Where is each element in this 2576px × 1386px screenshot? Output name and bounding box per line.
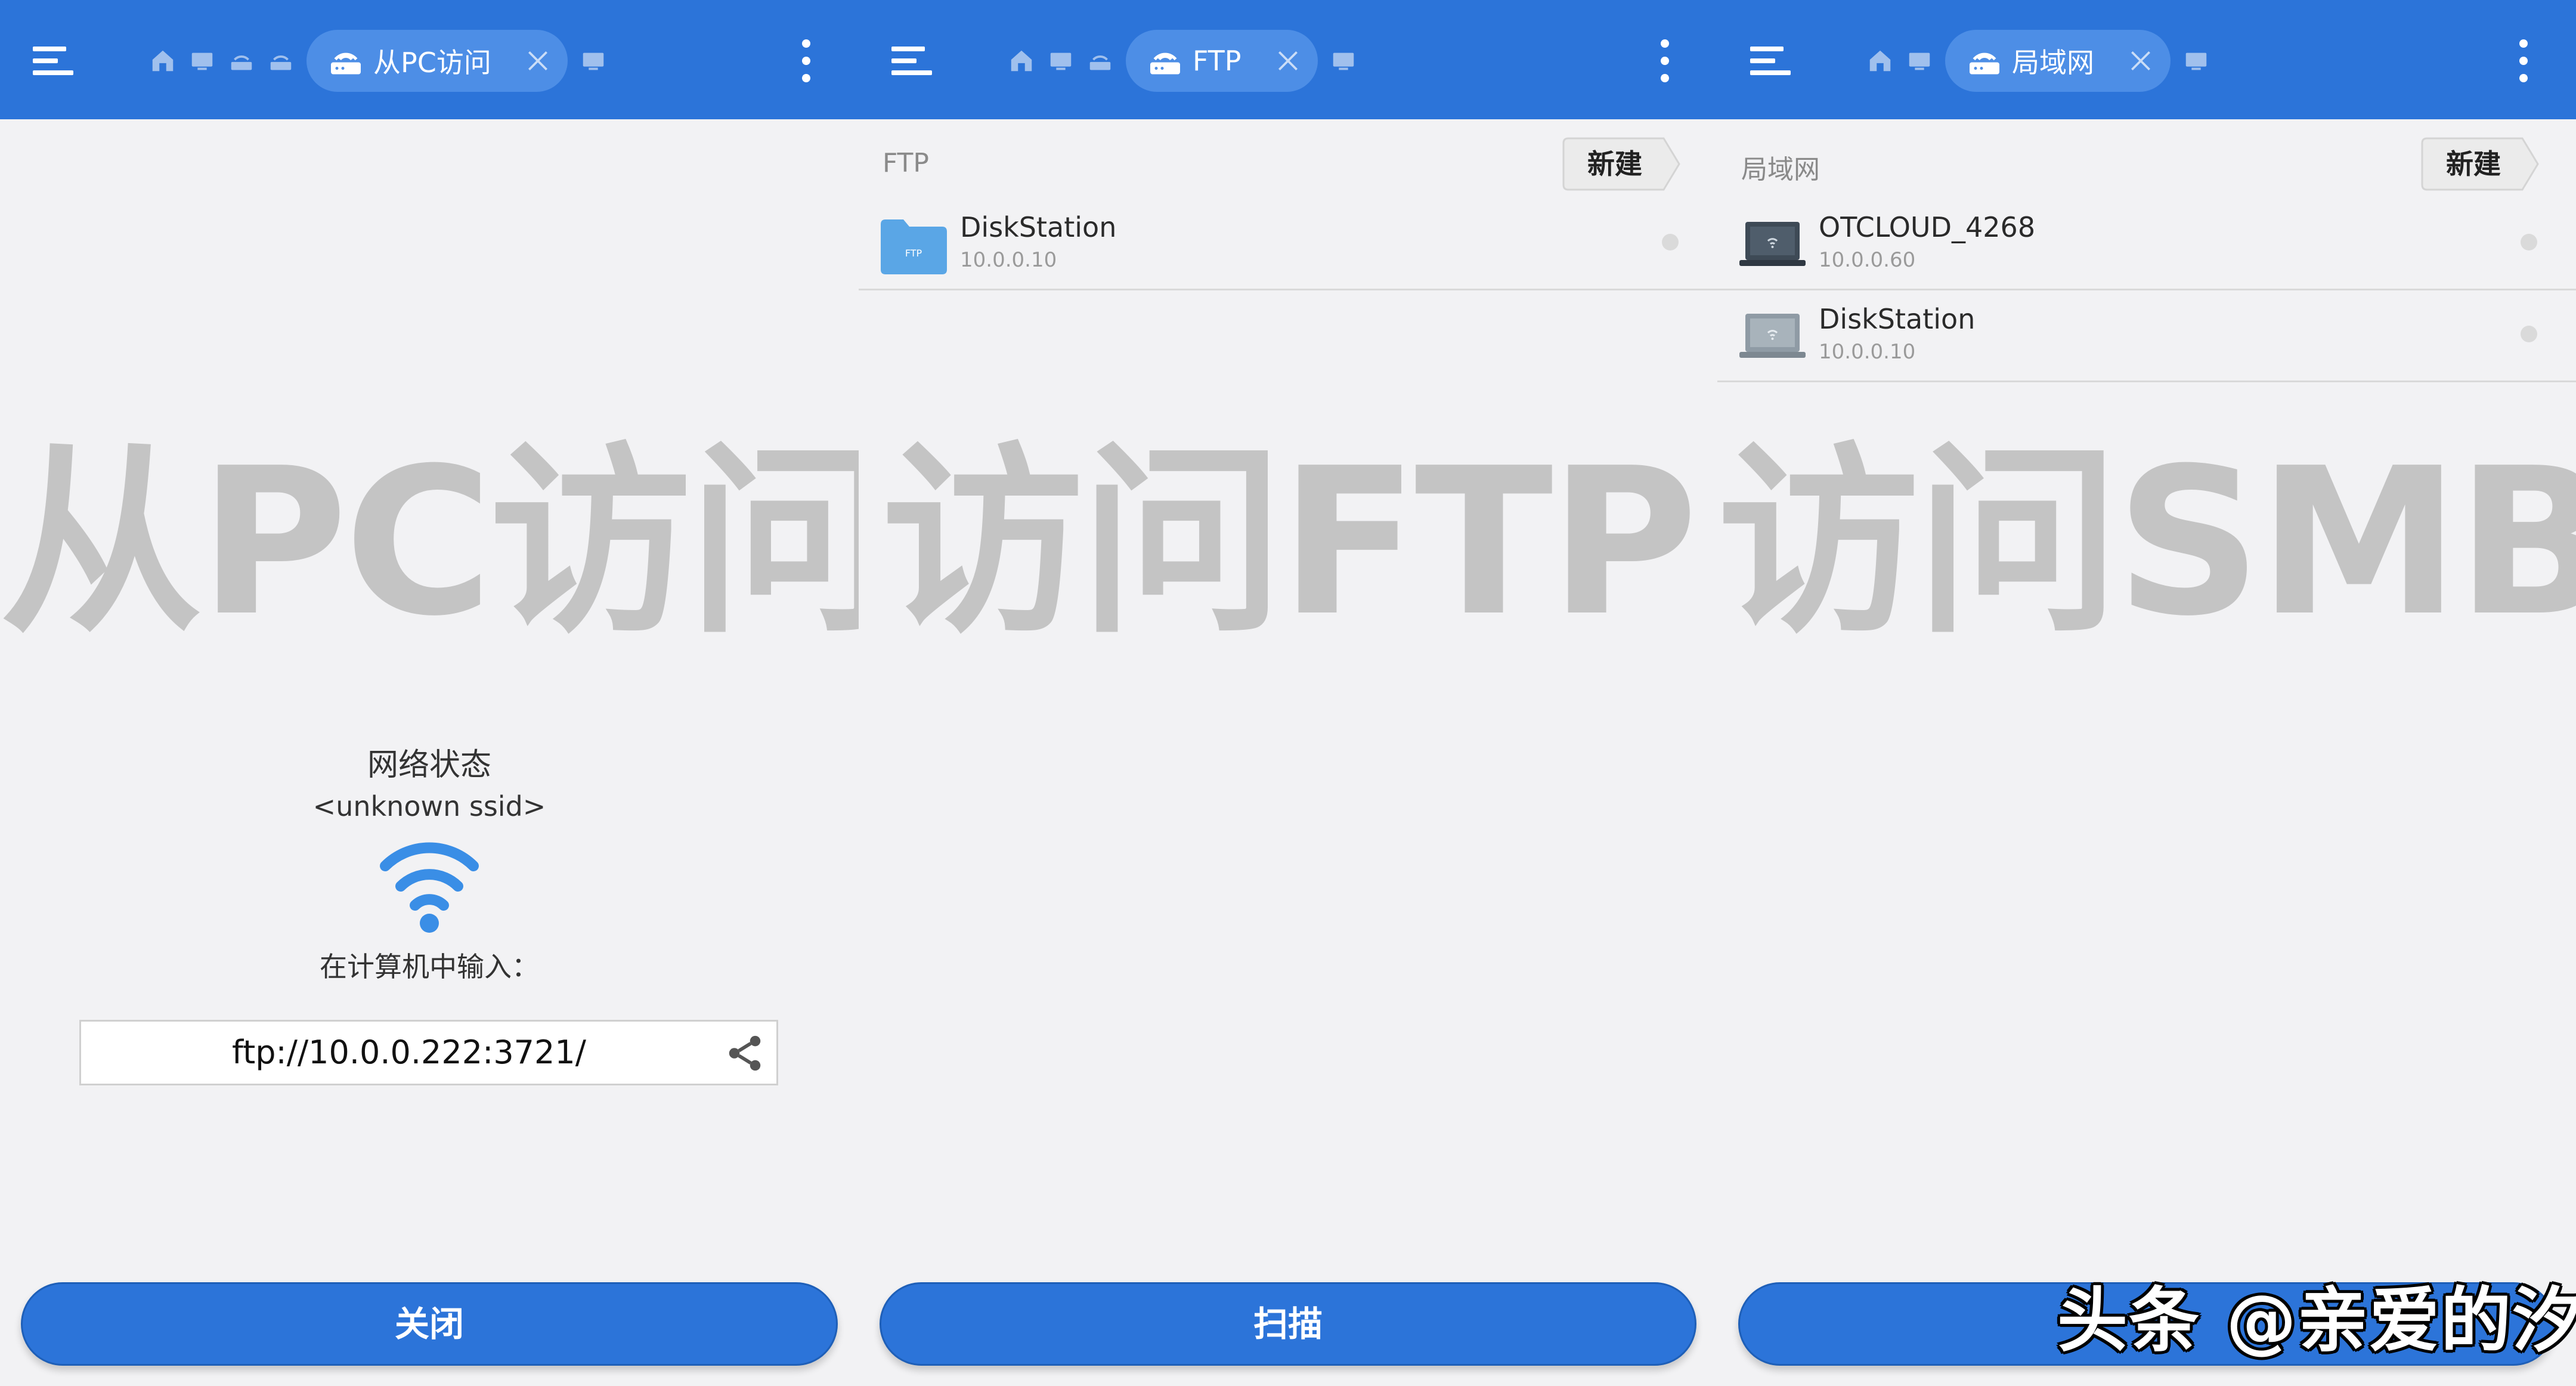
status-dot bbox=[1662, 234, 1679, 250]
list-item[interactable]: OTCLOUD_4268 10.0.0.60 bbox=[1717, 197, 2576, 290]
section-header: FTP 新建 bbox=[859, 131, 1717, 197]
close-button[interactable]: 关闭 bbox=[21, 1282, 838, 1366]
tab-label: 从PC访问 bbox=[373, 47, 491, 79]
ftp-url-text: ftp://10.0.0.222:3721/ bbox=[232, 1034, 586, 1071]
close-icon[interactable] bbox=[2128, 48, 2154, 74]
device-icon[interactable] bbox=[2182, 47, 2210, 75]
tab-lan[interactable]: 局域网 bbox=[1945, 30, 2171, 92]
share-icon[interactable] bbox=[724, 1032, 766, 1074]
device-icon[interactable] bbox=[1330, 47, 1357, 75]
watermark-title: 从PC访问 bbox=[0, 425, 859, 661]
tab-label: FTP bbox=[1193, 45, 1241, 77]
scan-button[interactable]: 扫描 bbox=[880, 1282, 1696, 1366]
more-options-icon[interactable] bbox=[2516, 37, 2531, 85]
item-name: OTCLOUD_4268 bbox=[1819, 211, 2036, 243]
remote-access-icon bbox=[331, 52, 361, 75]
item-name: DiskStation bbox=[960, 211, 1117, 243]
tab-label: 局域网 bbox=[2012, 47, 2094, 79]
toolbar: FTP bbox=[859, 0, 1717, 119]
breadcrumb: 局域网 bbox=[1866, 30, 2210, 92]
watermark-title: 访问SMB bbox=[1717, 425, 2576, 661]
network-icon[interactable] bbox=[1086, 47, 1114, 75]
wifi-icon bbox=[380, 842, 479, 933]
new-button-label: 新建 bbox=[1587, 148, 1642, 180]
list-item[interactable]: DiskStation 10.0.0.10 bbox=[1717, 289, 2576, 382]
network-status-label: 网络状态 bbox=[367, 747, 491, 783]
device-icon[interactable] bbox=[1906, 47, 1933, 75]
hamburger-menu-icon[interactable] bbox=[891, 42, 939, 78]
ssid-label: <unknown ssid> bbox=[312, 790, 546, 822]
more-options-icon[interactable] bbox=[1658, 37, 1672, 85]
section-title: 局域网 bbox=[1741, 154, 1820, 185]
home-icon[interactable] bbox=[149, 47, 177, 75]
toolbar: 从PC访问 bbox=[0, 0, 859, 119]
tab-ftp[interactable]: FTP bbox=[1126, 30, 1318, 92]
new-button-label: 新建 bbox=[2446, 148, 2501, 180]
ftp-folder-icon: FTP bbox=[881, 219, 947, 274]
lan-panel: 局域网 局域网 新建 OTCLOUD_4268 10.0.0.60 DiskSt… bbox=[1717, 0, 2576, 1386]
svg-text:FTP: FTP bbox=[905, 248, 922, 259]
close-button-label: 关闭 bbox=[394, 1304, 464, 1344]
hamburger-menu-icon[interactable] bbox=[1750, 42, 1798, 78]
home-icon[interactable] bbox=[1008, 47, 1035, 75]
item-ip: 10.0.0.60 bbox=[1819, 248, 1916, 272]
network-icon[interactable] bbox=[228, 47, 255, 75]
section-header: 局域网 新建 bbox=[1717, 131, 2576, 197]
close-icon[interactable] bbox=[1275, 48, 1301, 74]
network-icon[interactable] bbox=[267, 47, 295, 75]
section-title: FTP bbox=[883, 148, 929, 178]
toolbar: 局域网 bbox=[1717, 0, 2576, 119]
ftp-panel: FTP FTP 新建 FTP DiskStation 10.0.0.10 访问F… bbox=[859, 0, 1717, 1386]
remote-access-icon bbox=[1970, 52, 1999, 75]
source-watermark: 头条 @亲爱的汐 bbox=[2057, 1279, 2576, 1362]
ftp-url-field[interactable]: ftp://10.0.0.222:3721/ bbox=[79, 1020, 778, 1085]
status-dot bbox=[2521, 326, 2537, 342]
scan-button-label: 扫描 bbox=[1253, 1304, 1323, 1344]
laptop-gray-icon bbox=[1739, 314, 1806, 358]
device-icon[interactable] bbox=[580, 47, 607, 75]
hamburger-menu-icon[interactable] bbox=[33, 42, 80, 78]
tab-pc-access[interactable]: 从PC访问 bbox=[306, 30, 568, 92]
close-icon[interactable] bbox=[525, 48, 551, 74]
breadcrumb: 从PC访问 bbox=[149, 30, 607, 92]
item-name: DiskStation bbox=[1819, 303, 1976, 335]
laptop-dark-icon bbox=[1739, 222, 1806, 266]
device-icon[interactable] bbox=[188, 47, 216, 75]
new-button[interactable]: 新建 bbox=[2421, 137, 2540, 191]
more-options-icon[interactable] bbox=[799, 37, 813, 85]
breadcrumb: FTP bbox=[1008, 30, 1357, 92]
watermark-title: 访问FTP bbox=[881, 425, 1698, 661]
input-hint-label: 在计算机中输入： bbox=[320, 951, 539, 983]
device-icon[interactable] bbox=[1047, 47, 1075, 75]
pc-access-panel: 从PC访问 从PC访问 网络状态 <unknown ssid> 在计算机中输入：… bbox=[0, 0, 859, 1386]
list-item[interactable]: FTP DiskStation 10.0.0.10 bbox=[859, 197, 1717, 290]
status-dot bbox=[2521, 234, 2537, 250]
new-button[interactable]: 新建 bbox=[1562, 137, 1682, 191]
item-ip: 10.0.0.10 bbox=[1819, 340, 1916, 364]
item-ip: 10.0.0.10 bbox=[960, 248, 1057, 272]
home-icon[interactable] bbox=[1866, 47, 1894, 75]
remote-access-icon bbox=[1150, 52, 1180, 75]
